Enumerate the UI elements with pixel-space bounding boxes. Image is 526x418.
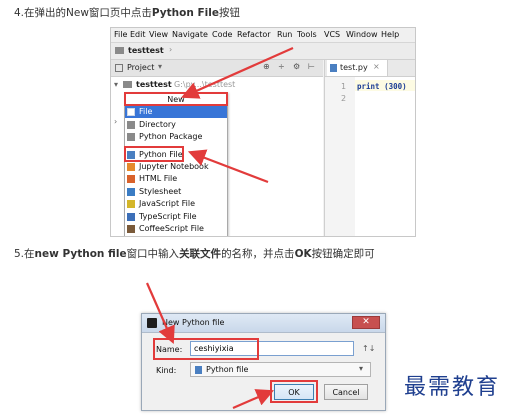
annotation-arrows <box>145 46 294 410</box>
arrow-to-ok <box>232 389 275 410</box>
arrow-to-new <box>180 46 294 99</box>
arrow-to-python-file <box>187 149 269 184</box>
arrow-to-name-field <box>145 282 175 345</box>
watermark-text: 最需教育 <box>404 375 501 400</box>
